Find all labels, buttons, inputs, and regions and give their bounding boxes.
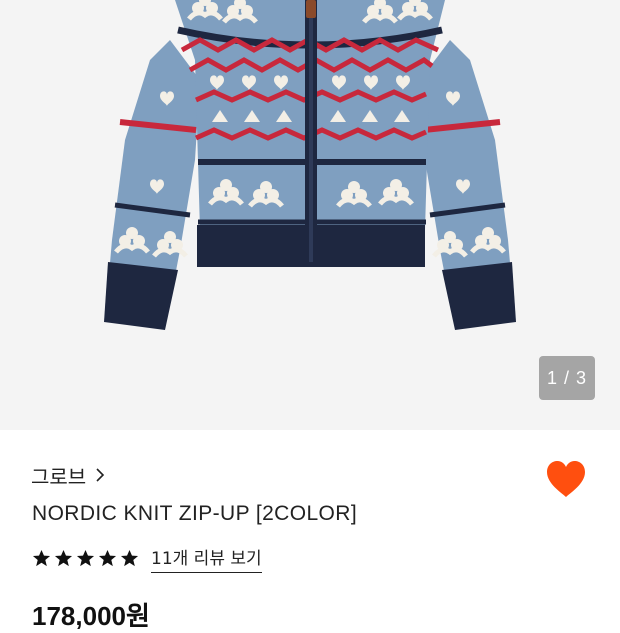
brand-link[interactable]: 그로브	[31, 462, 106, 489]
product-title: NORDIC KNIT ZIP-UP [2COLOR]	[32, 502, 358, 525]
star-rating	[32, 549, 139, 568]
star-icon	[76, 549, 95, 566]
image-counter: 1 / 3	[539, 356, 595, 400]
star-icon	[54, 549, 73, 566]
chevron-right-icon	[96, 468, 105, 482]
product-image	[104, 0, 516, 330]
star-icon	[120, 549, 139, 566]
star-icon	[98, 549, 117, 566]
wishlist-heart-icon[interactable]	[545, 460, 587, 500]
brand-name: 그로브	[31, 464, 87, 489]
review-link[interactable]: 11개 리뷰 보기	[151, 544, 262, 573]
rating-row: 11개 리뷰 보기	[32, 543, 262, 573]
price: 178,000원	[32, 601, 150, 631]
star-icon	[32, 549, 51, 566]
product-info: 그로브 NORDIC KNIT ZIP-UP [2COLOR] 11개 리뷰 보…	[0, 430, 620, 631]
product-gallery[interactable]: 1 / 3	[0, 0, 620, 430]
